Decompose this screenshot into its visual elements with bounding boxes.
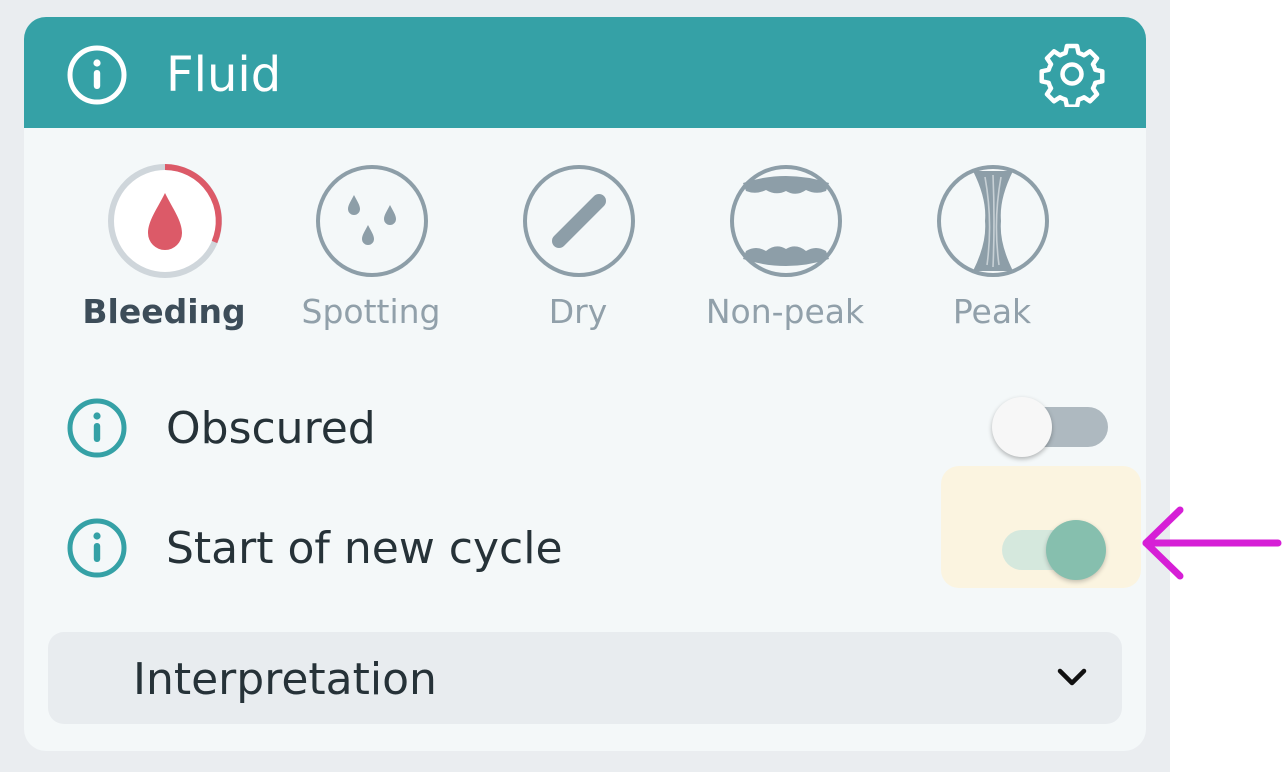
obscured-label: Obscured (166, 403, 376, 454)
peak-icon (937, 165, 1049, 277)
chevron-down-icon (1057, 668, 1087, 686)
fluid-option-bleeding[interactable]: Bleeding (74, 163, 254, 343)
toggle-knob (1046, 520, 1106, 580)
dry-slash-icon (523, 165, 635, 277)
fluid-option-spotting[interactable]: Spotting (281, 163, 461, 343)
interpretation-label: Interpretation (133, 654, 437, 705)
fluid-option-dry[interactable]: Dry (488, 163, 668, 343)
info-icon[interactable] (66, 397, 128, 459)
fluid-option-peak[interactable]: Peak (902, 163, 1082, 343)
new-cycle-toggle[interactable] (990, 510, 1106, 580)
fluid-option-label: Spotting (301, 292, 441, 331)
annotation-arrow-icon (1142, 506, 1282, 580)
droplets-icon (316, 165, 428, 277)
interpretation-dropdown[interactable]: Interpretation (48, 632, 1122, 724)
info-icon[interactable] (66, 44, 128, 106)
info-icon[interactable] (66, 517, 128, 579)
panel-title: Fluid (166, 47, 282, 103)
fluid-option-non-peak[interactable]: Non-peak (695, 163, 875, 343)
obscured-toggle[interactable] (992, 387, 1108, 457)
fluid-option-label: Non-peak (705, 292, 865, 331)
blood-drop-icon (108, 164, 222, 278)
new-cycle-label: Start of new cycle (166, 523, 563, 574)
settings-gear-icon[interactable] (1039, 41, 1105, 107)
fluid-option-label: Dry (548, 292, 608, 331)
fluid-panel: Fluid Bleeding Spotting Dry Non-peak Pea… (24, 17, 1146, 751)
fluid-option-label: Peak (952, 292, 1032, 331)
fluid-option-label: Bleeding (82, 292, 246, 331)
toggle-knob (992, 397, 1052, 457)
non-peak-icon (730, 165, 842, 277)
obscured-row: Obscured (24, 387, 1146, 467)
panel-header: Fluid (24, 17, 1146, 128)
